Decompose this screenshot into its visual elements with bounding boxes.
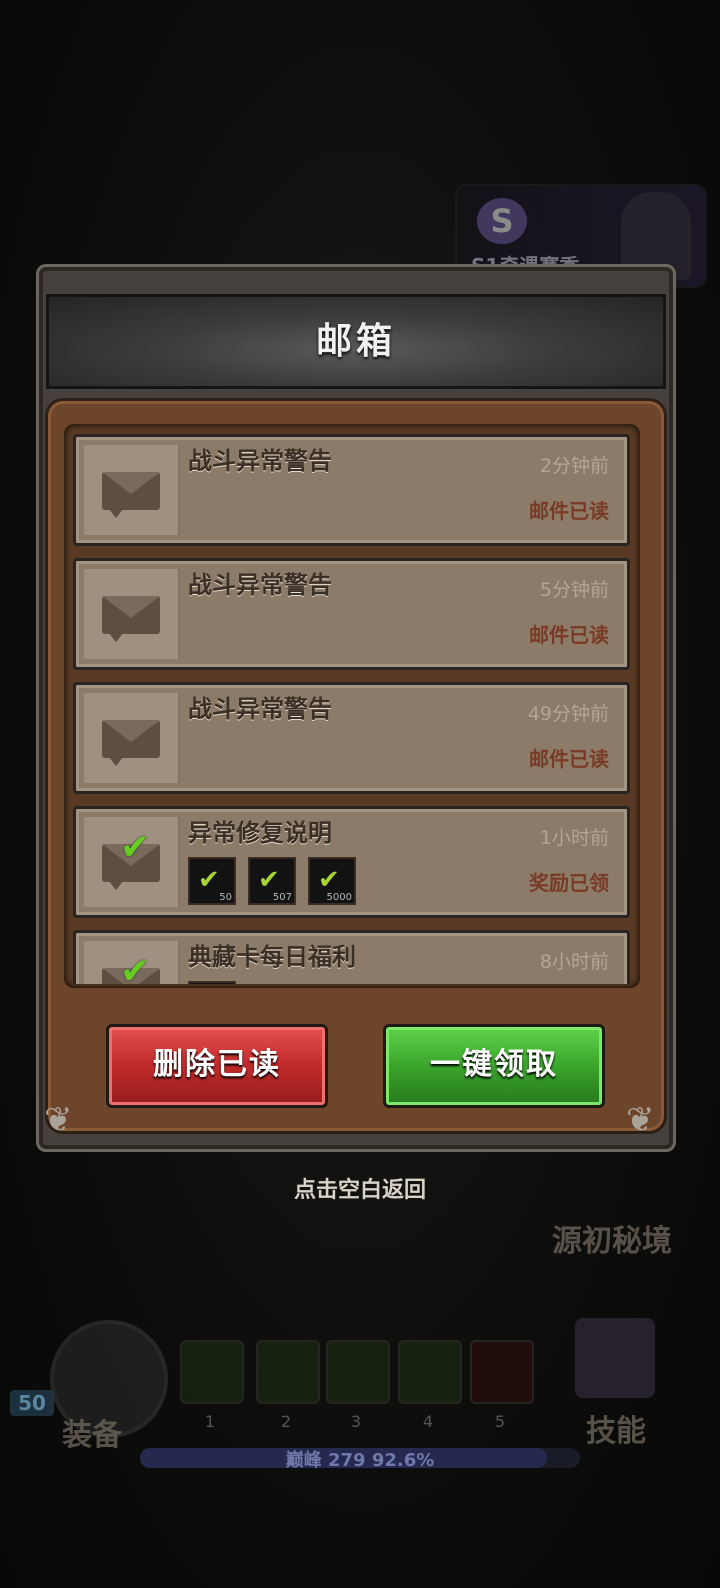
claim-all-button[interactable]: 一键领取: [383, 1024, 605, 1108]
reward-item[interactable]: [188, 981, 236, 984]
checkmark-icon: ✔: [120, 827, 151, 868]
mail-subject: 战斗异常警告: [188, 447, 332, 475]
mail-item[interactable]: ✔ 异常修复说明 1小时前 奖励已领 ✔ 50 ✔ 507 ✔ 5000: [73, 806, 630, 918]
envelope-icon: [102, 596, 160, 642]
mail-list[interactable]: 战斗异常警告 2分钟前 邮件已读 战斗异常警告 5分钟前 邮件已读 战斗异常警告…: [66, 428, 636, 984]
skill-book-icon[interactable]: [575, 1318, 655, 1398]
mail-item[interactable]: 战斗异常警告 5分钟前 邮件已读: [73, 558, 630, 670]
skill-slot-5[interactable]: [470, 1340, 534, 1404]
mail-subject: 典藏卡每日福利: [188, 943, 356, 971]
mail-item[interactable]: 战斗异常警告 2分钟前 邮件已读: [73, 434, 630, 546]
mail-icon-box: ✔: [84, 941, 180, 984]
mail-icon-box: [84, 693, 180, 783]
slot-number: 1: [204, 1412, 216, 1431]
mailbox-dialog: 邮箱 战斗异常警告 2分钟前 邮件已读 战斗异常警告 5分钟前 邮件已读 战斗异…: [36, 264, 676, 1152]
corner-ornament-icon: ❦: [626, 1100, 655, 1140]
reward-qty: 5000: [326, 892, 352, 903]
mail-time: 5分钟前: [539, 579, 609, 601]
skill-slot-2[interactable]: [256, 1340, 320, 1404]
envelope-icon: [102, 720, 160, 766]
equipment-label[interactable]: 装备: [62, 1410, 122, 1454]
slot-number: 3: [350, 1412, 362, 1431]
mail-icon-box: ✔: [84, 817, 180, 907]
tap-blank-to-return[interactable]: 点击空白返回: [0, 1172, 720, 1204]
mail-subject: 异常修复说明: [188, 819, 332, 847]
skill-slot-4[interactable]: [398, 1340, 462, 1404]
mail-time: 8小时前: [539, 951, 609, 973]
mail-subject: 战斗异常警告: [188, 695, 332, 723]
xp-text: 巅峰 279 92.6%: [285, 1450, 435, 1471]
mail-item[interactable]: ✔ 典藏卡每日福利 8小时前: [73, 930, 630, 984]
envelope-icon: [102, 472, 160, 518]
mail-status: 邮件已读: [529, 499, 609, 523]
checkmark-icon: ✔: [120, 951, 151, 984]
dialog-header: 邮箱: [46, 294, 666, 389]
mail-icon-box: [84, 445, 180, 535]
reward-item[interactable]: ✔ 50: [188, 857, 236, 905]
source-realm-label[interactable]: 源初秘境: [552, 1216, 672, 1260]
skill-slot-3[interactable]: [326, 1340, 390, 1404]
dialog-title: 邮箱: [315, 321, 396, 362]
skill-slot-1[interactable]: [180, 1340, 244, 1404]
mail-icon-box: [84, 569, 180, 659]
mail-status: 邮件已读: [529, 623, 609, 647]
mail-time: 49分钟前: [527, 703, 609, 725]
reward-qty: 50: [219, 892, 232, 903]
slot-number: 4: [422, 1412, 434, 1431]
checkmark-icon: ✔: [258, 865, 280, 895]
mail-status: 邮件已读: [529, 747, 609, 771]
mail-item[interactable]: 战斗异常警告 49分钟前 邮件已读: [73, 682, 630, 794]
reward-item[interactable]: ✔ 5000: [308, 857, 356, 905]
checkmark-icon: ✔: [198, 865, 220, 895]
slot-number: 5: [494, 1412, 506, 1431]
player-level: 50: [10, 1390, 54, 1416]
reward-qty: 507: [272, 892, 292, 903]
delete-read-button[interactable]: 删除已读: [106, 1024, 328, 1108]
mail-time: 2分钟前: [539, 455, 609, 477]
checkmark-icon: ✔: [318, 865, 340, 895]
mail-time: 1小时前: [539, 827, 609, 849]
skills-label[interactable]: 技能: [586, 1406, 646, 1450]
mail-subject: 战斗异常警告: [188, 571, 332, 599]
mail-status: 奖励已领: [529, 871, 609, 895]
slot-number: 2: [280, 1412, 292, 1431]
season-badge-icon: S: [477, 198, 527, 244]
corner-ornament-icon: ❦: [44, 1100, 73, 1140]
reward-item[interactable]: ✔ 507: [248, 857, 296, 905]
